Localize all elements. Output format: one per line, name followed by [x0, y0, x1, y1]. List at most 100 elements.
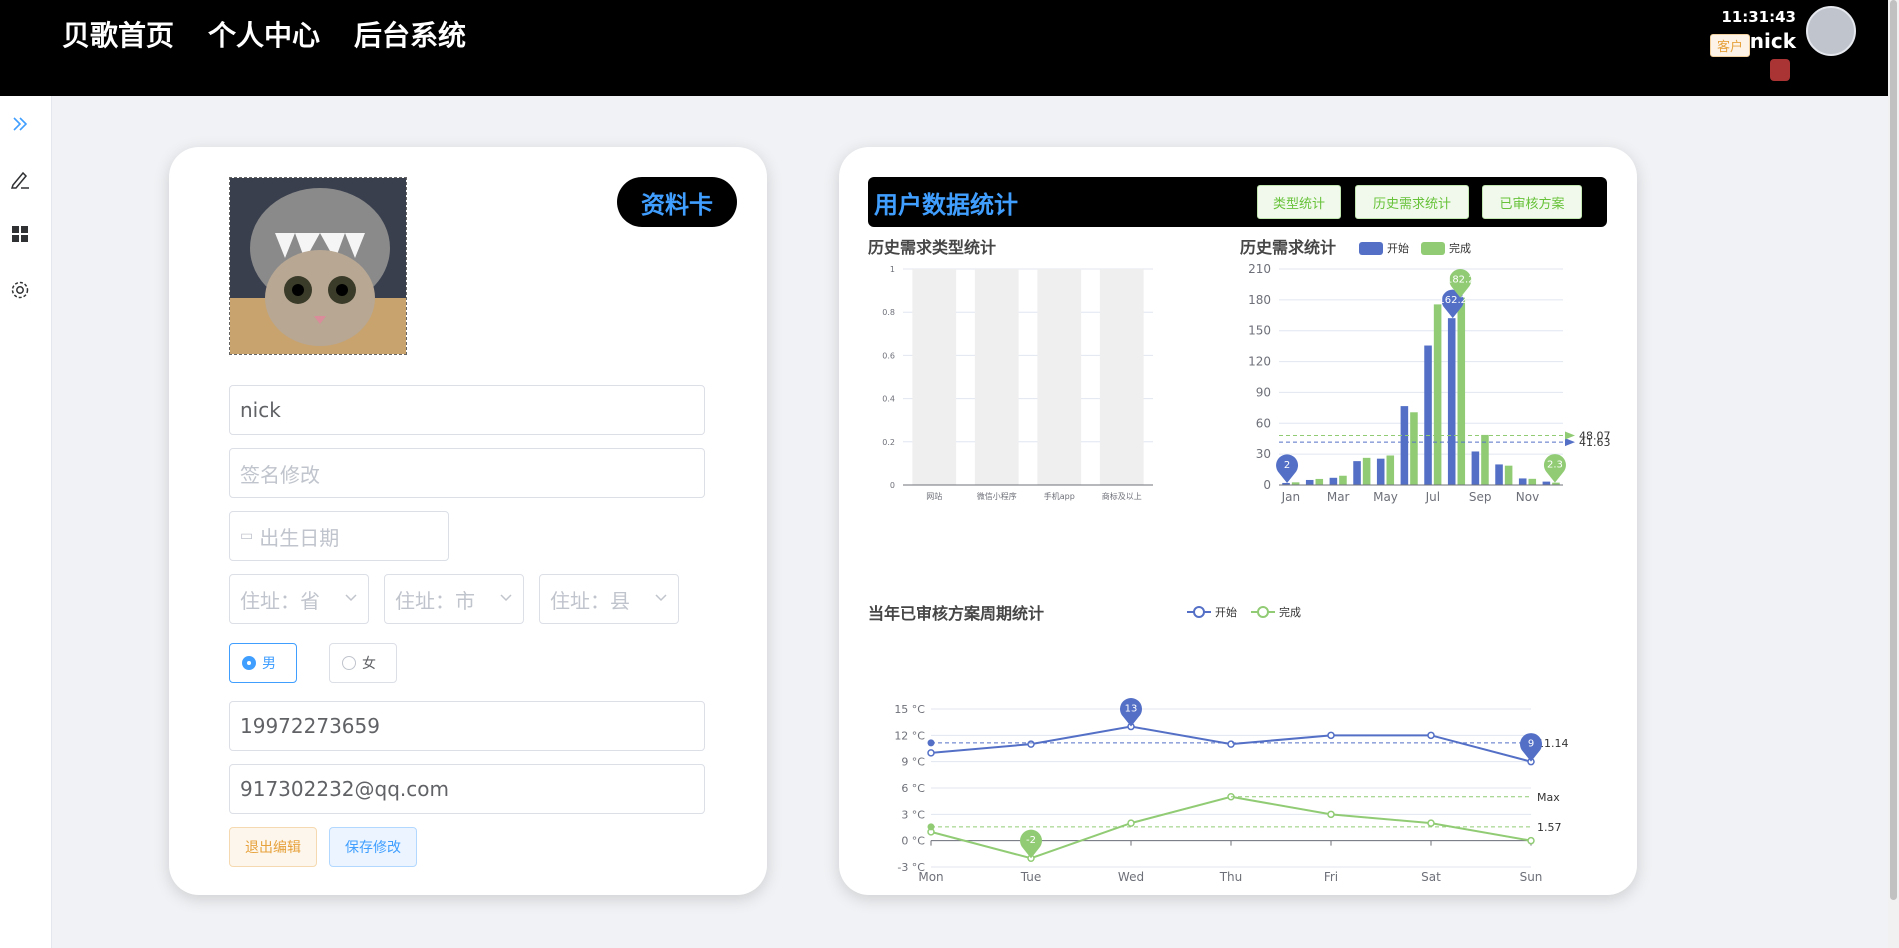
- name-field[interactable]: nick: [229, 385, 705, 435]
- legend-label: 开始: [1387, 241, 1409, 255]
- mark-point-label: 182.2: [1446, 275, 1475, 286]
- x-tick-label: Fri: [1324, 870, 1338, 884]
- city-select[interactable]: 住址：市: [384, 574, 524, 624]
- gender-male-radio[interactable]: 男: [229, 643, 297, 683]
- top-navbar: 贝歌首页 个人中心 后台系统 11:31:43 客户 nick: [0, 0, 1888, 96]
- grid-icon[interactable]: [8, 222, 32, 246]
- stats-title: 用户数据统计: [874, 191, 1018, 219]
- birthday-field[interactable]: ▭ 出生日期: [229, 511, 449, 561]
- legend-label: 完成: [1279, 605, 1301, 619]
- y-tick-label: 9 °C: [901, 756, 925, 769]
- bar: [1542, 481, 1551, 485]
- avatar[interactable]: [1806, 6, 1856, 56]
- nav-personal-link[interactable]: 个人中心: [208, 14, 320, 54]
- county-select[interactable]: 住址：县: [539, 574, 679, 624]
- profile-photo[interactable]: [229, 177, 407, 355]
- province-select[interactable]: 住址：省: [229, 574, 369, 624]
- legend-label: 开始: [1215, 605, 1237, 619]
- nav-home-link[interactable]: 贝歌首页: [62, 14, 174, 54]
- bar: [1362, 457, 1371, 485]
- y-tick-label: 15 °C: [894, 703, 925, 716]
- city-placeholder: 住址：市: [395, 588, 475, 613]
- y-tick-label: 12 °C: [894, 729, 925, 742]
- scrollbar[interactable]: [1888, 0, 1899, 948]
- average-arrow: [1565, 431, 1575, 440]
- bar: [1315, 478, 1324, 485]
- stats-header: 用户数据统计 类型统计 历史需求统计 已审核方案: [868, 177, 1607, 227]
- y-tick-label: 90: [1256, 385, 1271, 399]
- data-point: [1427, 819, 1435, 827]
- chart-title: 历史需求类型统计: [868, 238, 996, 257]
- y-tick-label: 0: [1263, 478, 1271, 492]
- calendar-icon: ▭: [240, 528, 254, 544]
- y-tick-label: 210: [1248, 262, 1271, 276]
- approved-plans-button[interactable]: 已审核方案: [1482, 185, 1582, 219]
- y-tick-label: 0: [890, 481, 895, 490]
- y-tick-label: 6 °C: [901, 782, 925, 795]
- x-tick-label: 网站: [926, 491, 942, 501]
- x-tick-label: 微信小程序: [977, 491, 1017, 501]
- chevron-down-icon: [500, 594, 512, 602]
- legend-swatch: [1421, 242, 1445, 255]
- bar: [1305, 479, 1314, 485]
- y-tick-label: 0.6: [882, 351, 895, 360]
- email-field[interactable]: 917302232@qq.com: [229, 764, 705, 814]
- clock: 11:31:43: [1721, 8, 1796, 26]
- logout-icon[interactable]: [1770, 59, 1790, 81]
- data-point: [1327, 731, 1335, 740]
- x-tick-label: Sep: [1469, 490, 1492, 504]
- y-tick-label: 150: [1248, 324, 1271, 338]
- scrollbar-thumb[interactable]: [1890, 0, 1897, 900]
- gender-male-label: 男: [262, 656, 276, 672]
- y-tick-label: 180: [1248, 293, 1271, 307]
- average-start-marker: [927, 739, 935, 747]
- chevron-down-icon: [345, 594, 357, 602]
- chart-title: 历史需求统计: [1240, 238, 1336, 257]
- series-line: [930, 795, 1532, 860]
- exit-edit-button[interactable]: 退出编辑: [229, 827, 317, 867]
- settings-icon[interactable]: [8, 278, 32, 302]
- weekly-cycle-chart: 当年已审核方案周期统计 开始 完成-3 °C0 °C3 °C6 °C9 °C12 °…: [868, 604, 1569, 884]
- radio-dot: [342, 656, 356, 670]
- data-point: [1327, 810, 1335, 819]
- type-stats-button[interactable]: 类型统计: [1257, 185, 1341, 219]
- x-tick-label: 商标及以上: [1102, 491, 1142, 501]
- history-stats-button[interactable]: 历史需求统计: [1355, 185, 1469, 219]
- x-tick-label: Mon: [918, 870, 943, 884]
- legend-swatch: [1359, 242, 1383, 255]
- y-tick-label: 0.8: [882, 308, 895, 317]
- mark-point-label: 2: [1284, 460, 1290, 471]
- max-label: Max: [1537, 791, 1560, 804]
- bar: [1339, 475, 1347, 485]
- signature-field[interactable]: 签名修改: [229, 448, 705, 498]
- x-tick-label: Nov: [1516, 490, 1539, 504]
- bar: [1424, 345, 1432, 485]
- x-tick-label: Jan: [1281, 490, 1301, 504]
- y-tick-label: 1: [890, 265, 895, 274]
- mark-point-label: 9: [1528, 739, 1534, 750]
- average-label: 41.63: [1579, 436, 1611, 449]
- bar: [1504, 465, 1513, 485]
- bar: [1353, 461, 1361, 485]
- edit-icon[interactable]: [8, 168, 32, 192]
- gender-female-label: 女: [362, 656, 376, 672]
- legend-label: 完成: [1449, 241, 1471, 255]
- username[interactable]: nick: [1750, 29, 1796, 53]
- data-point: [1027, 740, 1035, 748]
- gender-female-radio[interactable]: 女: [329, 643, 397, 683]
- nav-admin-link[interactable]: 后台系统: [354, 14, 466, 54]
- mark-point-label: 13: [1125, 704, 1138, 715]
- expand-icon[interactable]: [8, 112, 32, 136]
- bar: [1329, 477, 1338, 485]
- bar: [1471, 451, 1480, 485]
- data-point: [927, 749, 935, 757]
- x-tick-label: Sat: [1421, 870, 1441, 884]
- phone-field[interactable]: 19972273659: [229, 701, 705, 751]
- save-button[interactable]: 保存修改: [329, 827, 417, 867]
- bar: [1457, 297, 1466, 485]
- birthday-placeholder: 出生日期: [259, 525, 340, 550]
- background-bar: [912, 269, 957, 485]
- x-tick-label: Thu: [1219, 870, 1243, 884]
- bar: [1410, 412, 1418, 485]
- bar: [1386, 455, 1395, 485]
